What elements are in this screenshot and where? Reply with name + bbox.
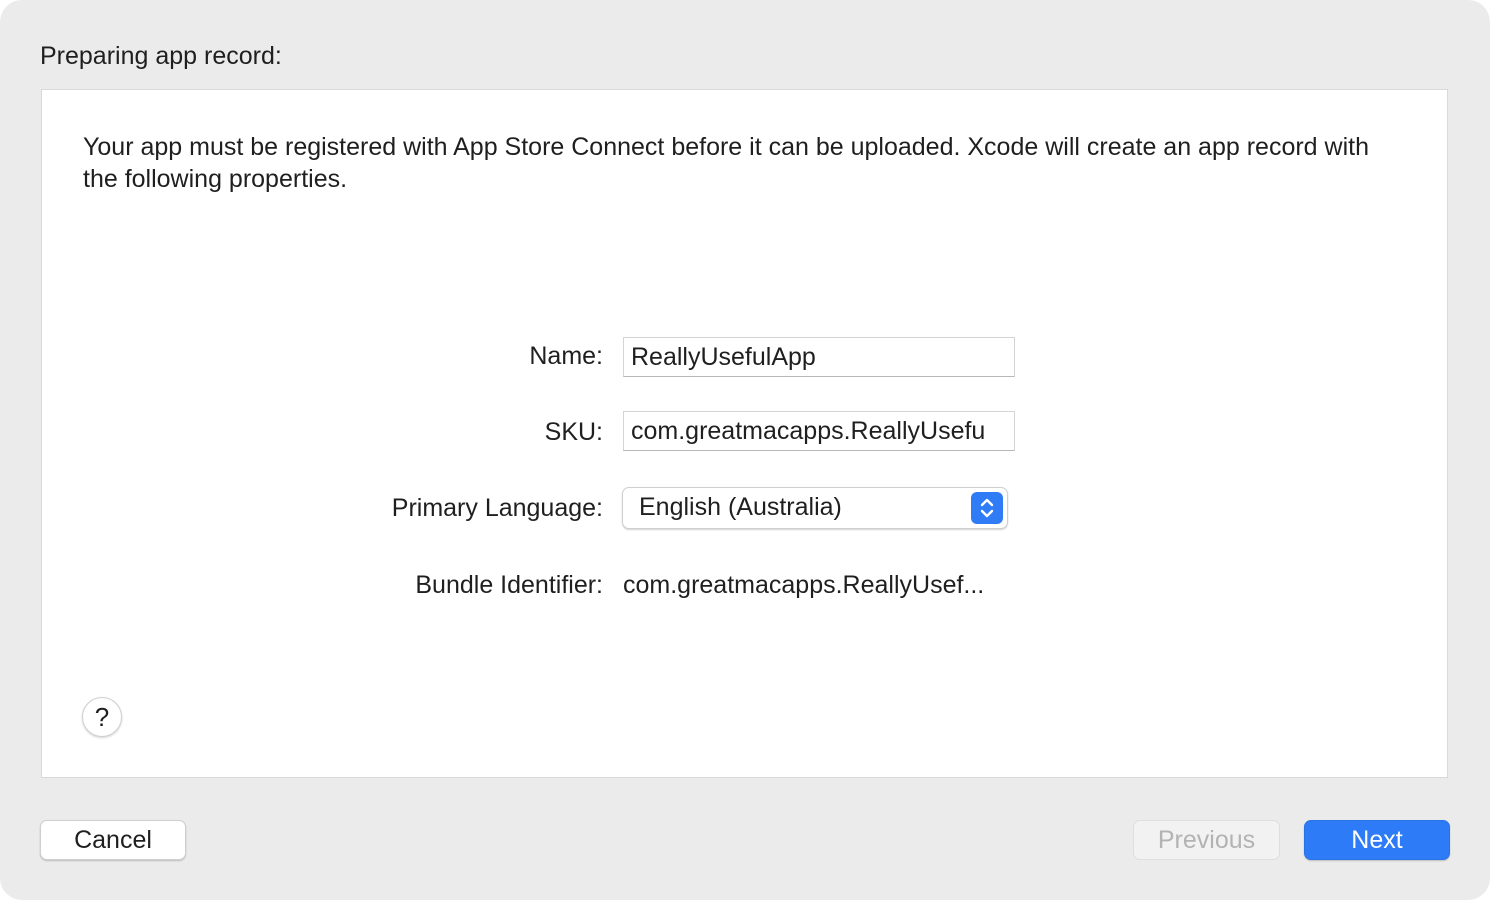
cancel-button[interactable]: Cancel <box>40 820 186 860</box>
app-record-sheet: Preparing app record: Your app must be r… <box>0 0 1490 900</box>
bundle-identifier-value: com.greatmacapps.ReallyUsef... <box>623 571 985 599</box>
chevron-up-down-icon <box>971 492 1003 524</box>
name-field[interactable]: ReallyUsefulApp <box>623 337 1015 377</box>
name-label: Name: <box>529 342 603 370</box>
bundle-identifier-label: Bundle Identifier: <box>415 571 603 599</box>
primary-language-popup[interactable]: English (Australia) <box>622 487 1008 529</box>
primary-language-value: English (Australia) <box>639 493 842 521</box>
content-panel: Your app must be registered with App Sto… <box>41 89 1448 778</box>
previous-button[interactable]: Previous <box>1133 820 1280 860</box>
sku-label: SKU: <box>544 418 603 446</box>
next-button[interactable]: Next <box>1304 820 1450 860</box>
intro-text: Your app must be registered with App Sto… <box>83 133 1369 193</box>
sku-field[interactable]: com.greatmacapps.ReallyUsefu <box>623 411 1015 451</box>
help-button[interactable]: ? <box>82 697 122 737</box>
section-title: Preparing app record: <box>40 42 282 70</box>
primary-language-label: Primary Language: <box>391 494 603 522</box>
